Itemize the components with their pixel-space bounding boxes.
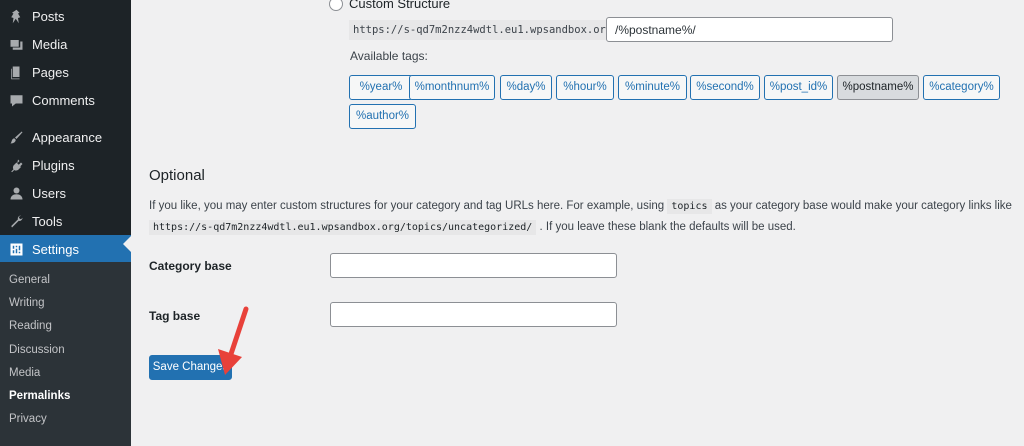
submenu-item-discussion[interactable]: Discussion — [9, 344, 65, 356]
settings-submenu: General Writing Reading Discussion Media… — [0, 262, 131, 446]
menu-item-media[interactable]: Media — [0, 30, 131, 58]
submenu-item-reading[interactable]: Reading — [9, 320, 52, 332]
custom-structure-radio[interactable] — [329, 0, 343, 11]
optional-section-title: Optional — [149, 167, 205, 184]
settings-icon — [8, 241, 24, 257]
pages-icon — [8, 64, 24, 80]
menu-label: Media — [32, 36, 68, 52]
menu-label: Appearance — [32, 129, 103, 145]
description-text: If you like, you may enter custom struct… — [149, 200, 668, 212]
submenu-item-general[interactable]: General — [9, 274, 50, 286]
description-text: . If you leave these blank the defaults … — [536, 221, 796, 233]
plugin-icon — [8, 157, 24, 173]
submenu-item-media[interactable]: Media — [9, 367, 40, 379]
category-base-label: Category base — [149, 259, 232, 273]
menu-label: Tools — [32, 213, 63, 229]
submenu-item-permalinks[interactable]: Permalinks — [9, 390, 70, 402]
category-base-input[interactable] — [330, 253, 617, 278]
code-topics: topics — [667, 199, 712, 214]
tag-button-category[interactable]: %category% — [923, 75, 1000, 100]
submenu-item-writing[interactable]: Writing — [9, 297, 45, 309]
tag-button-second[interactable]: %second% — [690, 75, 760, 100]
users-icon — [8, 185, 24, 201]
active-menu-arrow — [123, 236, 131, 252]
paintbrush-icon — [8, 129, 24, 145]
menu-item-plugins[interactable]: Plugins — [0, 151, 131, 179]
tag-base-input[interactable] — [330, 302, 617, 327]
menu-item-tools[interactable]: Tools — [0, 207, 131, 235]
menu-label: Pages — [32, 64, 69, 80]
tag-button-year[interactable]: %year% — [349, 75, 413, 100]
base-url-code: https://s-qd7m2nzz4wdtl.eu1.wpsandbox.or… — [349, 20, 617, 40]
menu-item-settings[interactable]: Settings — [0, 235, 131, 263]
menu-label: Comments — [32, 92, 95, 108]
custom-structure-label: Custom Structure — [349, 0, 451, 11]
custom-structure-input[interactable] — [606, 17, 893, 42]
wrench-icon — [8, 213, 24, 229]
tag-button-minute[interactable]: %minute% — [618, 75, 687, 100]
code-example-url: https://s-qd7m2nzz4wdtl.eu1.wpsandbox.or… — [149, 220, 537, 235]
optional-description: If you like, you may enter custom struct… — [149, 196, 1019, 238]
tag-button-author[interactable]: %author% — [349, 104, 416, 129]
tag-button-monthnum[interactable]: %monthnum% — [409, 75, 495, 100]
annotation-arrow-icon — [218, 306, 249, 375]
tag-button-postname[interactable]: %postname% — [837, 75, 919, 100]
description-text: as your category base would make your ca… — [711, 200, 1012, 212]
admin-sidebar: Posts Media Pages Comments Appearance Pl… — [0, 0, 131, 446]
tag-button-post-id[interactable]: %post_id% — [764, 75, 833, 100]
submenu-item-privacy[interactable]: Privacy — [9, 413, 47, 425]
tag-button-day[interactable]: %day% — [500, 75, 552, 100]
menu-item-pages[interactable]: Pages — [0, 58, 131, 86]
pushpin-icon — [8, 8, 24, 24]
menu-label: Posts — [32, 8, 65, 24]
menu-item-posts[interactable]: Posts — [0, 2, 131, 30]
menu-label: Settings — [32, 241, 79, 257]
menu-item-comments[interactable]: Comments — [0, 86, 131, 114]
tag-button-hour[interactable]: %hour% — [556, 75, 614, 100]
menu-label: Users — [32, 185, 66, 201]
media-icon — [8, 36, 24, 52]
menu-item-appearance[interactable]: Appearance — [0, 123, 131, 151]
menu-item-users[interactable]: Users — [0, 179, 131, 207]
menu-label: Plugins — [32, 157, 75, 173]
tag-base-label: Tag base — [149, 309, 201, 323]
comment-icon — [8, 92, 24, 108]
available-tags-label: Available tags: — [350, 49, 428, 63]
